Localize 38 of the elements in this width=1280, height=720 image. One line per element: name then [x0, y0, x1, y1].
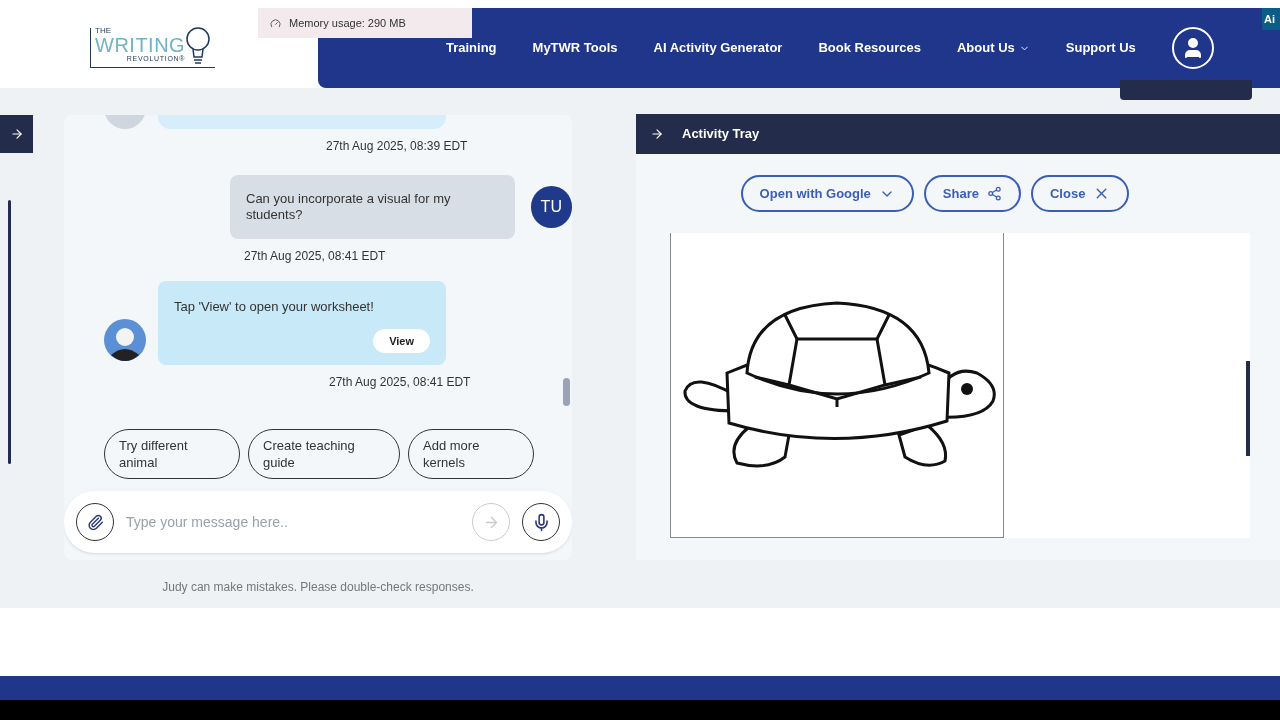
logo-text: THE	[95, 27, 112, 35]
tray-button[interactable]: Open with Google	[740, 175, 914, 212]
scrollbar[interactable]	[8, 200, 11, 464]
account-button[interactable]	[1171, 27, 1214, 69]
message-input[interactable]: Type your message here..	[126, 511, 460, 533]
avatar	[104, 319, 146, 361]
tray-button[interactable]: Close	[1030, 175, 1130, 212]
nav-link[interactable]: AI Activity Generator	[653, 38, 783, 58]
share-icon	[986, 186, 1002, 201]
message-text: Can you incorporate a visual for my students?	[246, 191, 452, 223]
feedback-tab[interactable]	[1120, 80, 1252, 100]
message-time: 27th Aug 2025, 08:41 EDT	[244, 248, 387, 265]
nav-link[interactable]: Training	[446, 38, 497, 58]
scrollbar-thumb[interactable]	[1246, 361, 1250, 456]
message-time: 27th Aug 2025, 08:41 EDT	[329, 374, 472, 391]
expand-button[interactable]	[0, 115, 33, 153]
message-time: 27th Aug 2025, 08:39 EDT	[326, 138, 468, 155]
nav-link[interactable]: Support Us	[1065, 38, 1136, 58]
suggestion-chip[interactable]: Add more kernels	[408, 429, 534, 479]
user-avatar: TU	[530, 186, 572, 228]
arrow-right-icon	[650, 127, 664, 141]
tray-title: Activity Tray	[682, 125, 760, 144]
tray-button[interactable]: Share	[923, 175, 1021, 212]
suggestion-chip[interactable]: Try different animal	[104, 429, 240, 479]
scrollbar-thumb[interactable]	[563, 378, 570, 406]
paperclip-icon	[86, 513, 104, 531]
nav-link[interactable]: MyTWR Tools	[532, 38, 618, 58]
logo-text: WRITING	[95, 35, 186, 55]
disclaimer-text: Judy can make mistakes. Please double-check responses.	[162, 579, 474, 596]
suggestion-chip[interactable]: Create teaching guide	[248, 429, 400, 479]
gauge-icon	[270, 17, 281, 29]
nav-link[interactable]: About Us	[957, 38, 1030, 58]
memory-text: Memory usage: 290 MB	[289, 15, 406, 31]
nav-link[interactable]: Book Resources	[818, 38, 921, 58]
ai-badge[interactable]: Ai	[1262, 8, 1280, 30]
message-text: Tap 'View' to open your worksheet!	[174, 298, 375, 316]
view-button[interactable]: View	[373, 328, 430, 353]
lightbulb-icon	[185, 26, 212, 67]
